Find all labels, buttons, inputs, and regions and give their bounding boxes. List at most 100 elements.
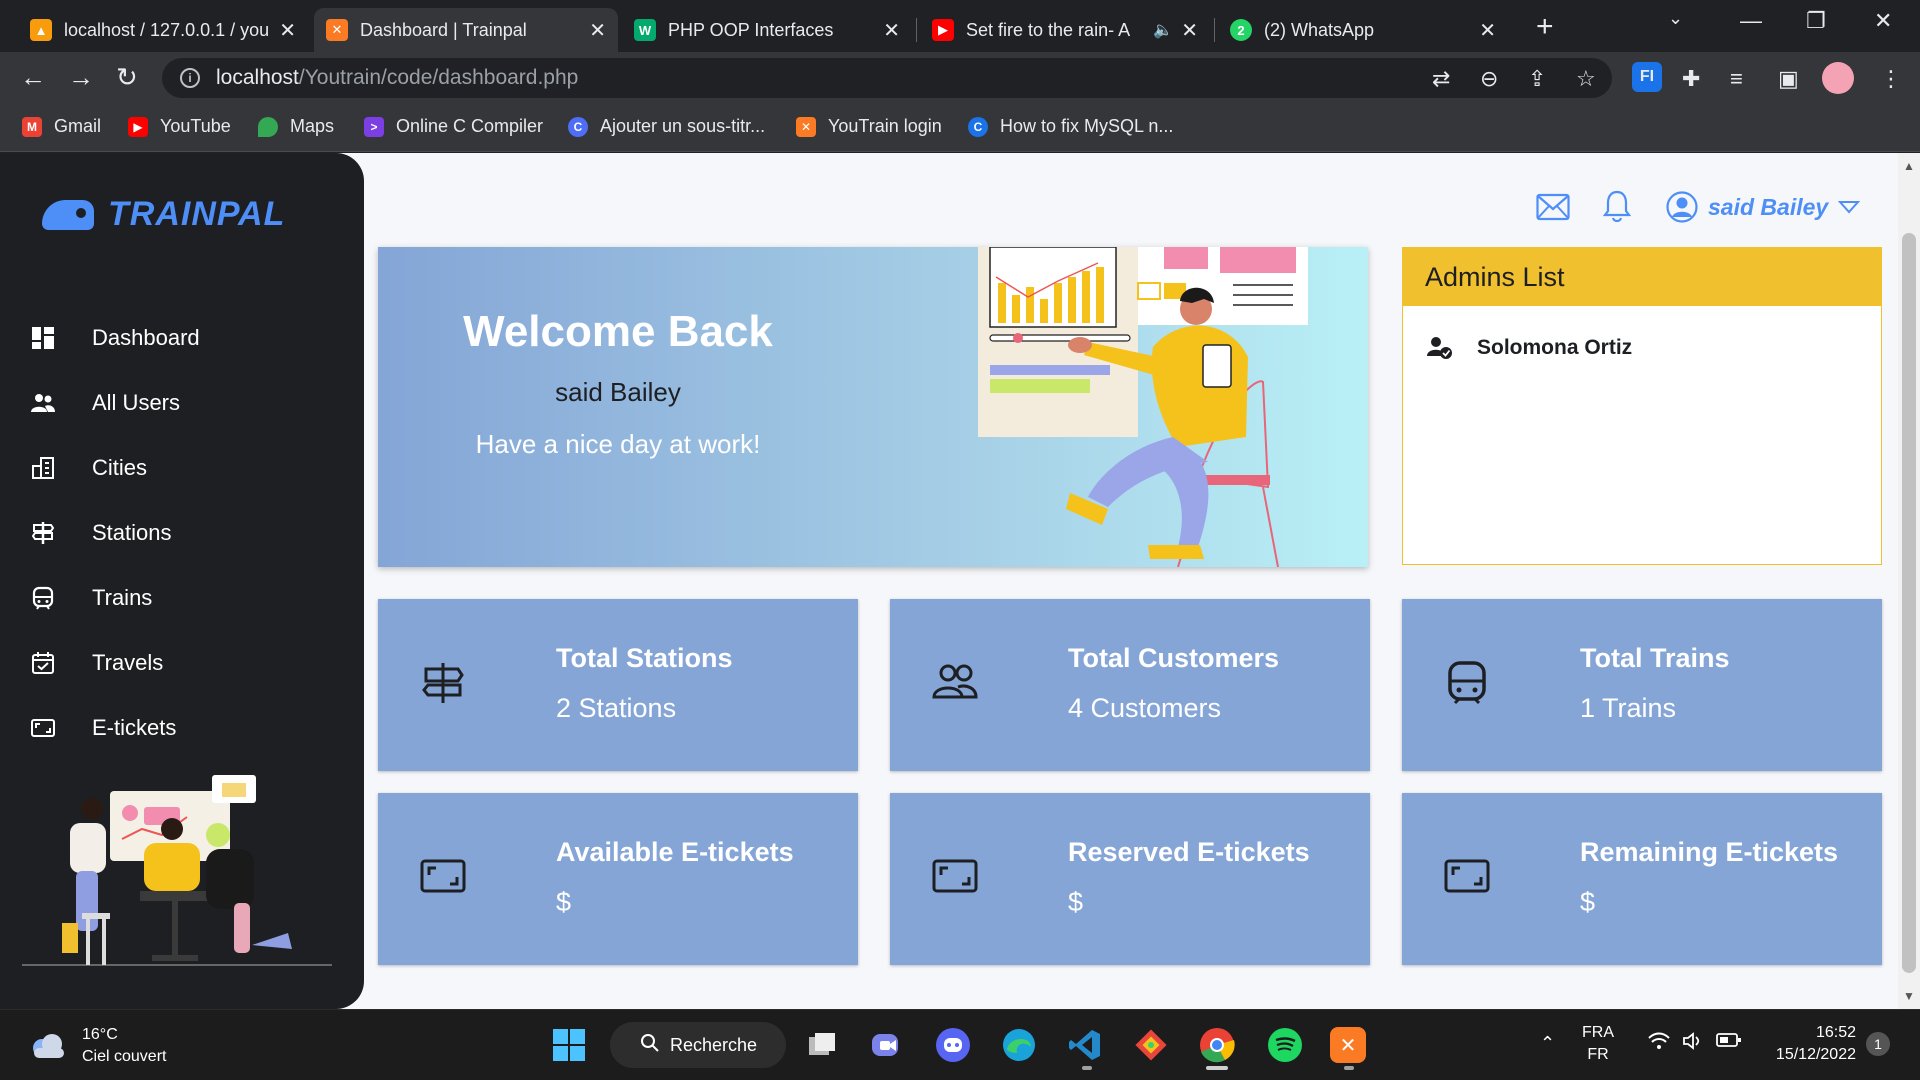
stat-card-total-customers[interactable]: Total Customers 4 Customers [890,599,1370,771]
sidebar-item-trains[interactable]: Trains [0,565,364,630]
tab-title: Dashboard | Trainpal [360,19,527,40]
ticket-icon [932,859,978,893]
tray-overflow-chevron-icon[interactable]: ⌃ [1540,1032,1555,1054]
teams-chat-icon[interactable] [866,1024,908,1066]
restore-button[interactable]: ❐ [1806,8,1826,34]
bookmark-mysql-fix[interactable]: C How to fix MySQL n... [968,116,1173,137]
sidebar-item-all-users[interactable]: All Users [0,370,364,435]
bookmark-sous-titre[interactable]: C Ajouter un sous-titr... [568,116,765,137]
stat-card-total-trains[interactable]: Total Trains 1 Trains [1402,599,1882,771]
side-panel-icon[interactable]: ▣ [1778,66,1799,92]
sidebar-item-dashboard[interactable]: Dashboard [0,305,364,370]
user-name: said Bailey [1708,193,1829,220]
bookmark-gmail[interactable]: M Gmail [22,116,101,137]
extension-fi-icon[interactable]: FI [1632,62,1662,92]
stat-value: 1 Trains [1580,693,1677,723]
address-bar[interactable]: i localhost/Youtrain/code/dashboard.php [162,58,1612,98]
sidebar-item-travels[interactable]: Travels [0,630,364,695]
menu-kebab-icon[interactable]: ⋮ [1880,66,1902,92]
close-icon[interactable]: ✕ [1479,18,1496,43]
chevron-down-icon [1838,201,1861,214]
bookmark-online-c-compiler[interactable]: > Online C Compiler [364,116,543,137]
site-info-icon[interactable]: i [180,68,200,88]
stat-value: $ [1068,887,1084,917]
taskbar-search[interactable]: Recherche [610,1022,786,1068]
stat-value: $ [1580,887,1596,917]
sidebar-item-stations[interactable]: Stations [0,500,364,565]
language-indicator[interactable]: FRA FR [1582,1022,1614,1066]
scroll-up-icon[interactable]: ▲ [1903,159,1915,173]
spotify-icon[interactable] [1264,1024,1306,1066]
task-view-icon[interactable] [802,1024,844,1066]
zoom-icon[interactable]: ⊖ [1480,66,1498,92]
admin-list-item[interactable]: Solomona Ortiz [1403,306,1881,360]
browser-toolbar: ← → ↻ i localhost/Youtrain/code/dashboar… [0,52,1920,104]
tab-whatsapp[interactable]: 2 (2) WhatsApp ✕ [1218,8,1508,52]
start-windows-icon[interactable] [548,1024,590,1066]
close-icon[interactable]: ✕ [1181,18,1198,43]
scroll-down-icon[interactable]: ▼ [1903,989,1915,1003]
tab-dashboard[interactable]: ✕ Dashboard | Trainpal ✕ [314,8,618,52]
ticket-icon [30,715,56,741]
profile-avatar[interactable] [1822,62,1854,94]
wifi-icon[interactable] [1648,1032,1670,1057]
tab-phpmyadmin[interactable]: ▲ localhost / 127.0.0.1 / you ✕ [18,8,308,52]
logo[interactable]: TRAINPAL [42,195,285,234]
stat-card-remaining-e-tickets[interactable]: Remaining E-tickets $ [1402,793,1882,965]
speaker-icon[interactable]: 🔈 [1153,20,1173,40]
close-icon[interactable]: ✕ [279,18,296,43]
reload-button[interactable]: ↻ [116,62,138,93]
mail-icon[interactable] [1536,193,1570,226]
extensions-puzzle-icon[interactable]: ✚ [1682,66,1700,92]
sidebar-item-label: All Users [92,389,181,415]
user-menu[interactable]: said Bailey [1666,191,1861,223]
tab-title: (2) WhatsApp [1264,19,1375,40]
close-icon[interactable]: ✕ [589,18,606,43]
close-icon[interactable]: ✕ [883,18,900,43]
train-icon [1448,661,1486,705]
stat-card-available-e-tickets[interactable]: Available E-tickets $ [378,793,858,965]
bookmark-youtube[interactable]: ▶ YouTube [128,116,231,137]
vscode-icon[interactable] [1064,1024,1106,1066]
city-icon [30,455,56,481]
git-tool-icon[interactable] [1130,1024,1172,1066]
team-work-illustration [22,775,332,966]
discord-icon[interactable] [932,1024,974,1066]
battery-icon[interactable] [1716,1032,1742,1055]
bell-icon[interactable] [1602,189,1632,228]
train-icon [30,585,56,611]
xampp-icon[interactable]: ✕ [1330,1027,1366,1063]
page-scrollbar[interactable]: ▲ ▼ [1898,153,1920,1009]
tab-php-oop[interactable]: W PHP OOP Interfaces ✕ [622,8,912,52]
new-tab-button[interactable]: + [1536,10,1554,44]
clock[interactable]: 16:52 15/12/2022 [1764,1022,1856,1066]
reading-list-icon[interactable]: ≡ [1730,66,1743,92]
sidebar-item-e-tickets[interactable]: E-tickets [0,695,364,760]
signpost-icon [30,520,56,546]
forward-button[interactable]: → [68,62,94,93]
edge-icon[interactable] [998,1024,1040,1066]
close-window-button[interactable]: ✕ [1874,8,1892,34]
stat-card-reserved-e-tickets[interactable]: Reserved E-tickets $ [890,793,1370,965]
ticket-icon [1444,859,1490,893]
translate-icon[interactable]: ⇄ [1432,66,1450,92]
stat-title: Total Customers [1068,643,1280,673]
chrome-icon[interactable] [1196,1024,1238,1066]
bookmark-star-icon[interactable]: ☆ [1576,66,1596,92]
bookmark-youtrain-login[interactable]: ✕ YouTrain login [796,116,942,137]
active-indicator [1206,1066,1228,1070]
scrollbar-thumb[interactable] [1902,233,1916,973]
bookmark-maps[interactable]: Maps [258,116,334,137]
notification-badge[interactable]: 1 [1866,1032,1890,1056]
share-icon[interactable]: ⇪ [1528,66,1546,92]
weather-widget[interactable]: 16°C Ciel couvert [28,1024,166,1068]
minimize-button[interactable]: — [1740,8,1762,34]
volume-icon[interactable] [1682,1032,1704,1057]
stat-card-total-stations[interactable]: Total Stations 2 Stations [378,599,858,771]
sidebar-item-cities[interactable]: Cities [0,435,364,500]
tab-youtube[interactable]: ▶ Set fire to the rain- A 🔈 ✕ [920,8,1210,52]
tab-search-icon[interactable]: ⌄ [1668,8,1683,29]
tab-title: PHP OOP Interfaces [668,19,834,40]
back-button[interactable]: ← [20,62,46,93]
admins-list-title: Admins List [1403,248,1881,306]
